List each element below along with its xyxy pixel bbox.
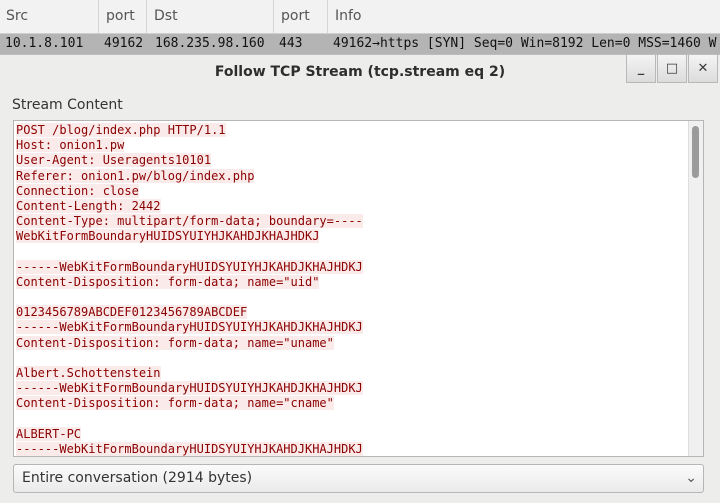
column-header-src[interactable]: Src [0, 0, 99, 33]
packet-src-port: 49162 [104, 36, 144, 51]
stream-line [16, 290, 688, 305]
chevron-down-icon: ⌄ [685, 470, 697, 486]
vertical-scrollbar[interactable] [688, 121, 703, 456]
stream-line-text: Connection: close [16, 183, 139, 198]
stream-line: Content-Disposition: form-data; name="un… [16, 335, 688, 351]
stream-line [16, 351, 688, 366]
scrollbar-thumb[interactable] [692, 126, 699, 178]
stream-line: Connection: close [16, 183, 688, 199]
stream-line: ------WebKitFormBoundaryHUIDSYUIYHJKAHDJ… [16, 259, 688, 275]
stream-line: Albert.Schottenstein [16, 366, 688, 381]
stream-line: POST /blog/index.php HTTP/1.1 [16, 123, 688, 138]
packet-dst-port: 443 [279, 36, 303, 51]
conversation-select[interactable]: Entire conversation (2914 bytes) ⌄ [13, 464, 704, 493]
stream-line: WebKitFormBoundaryHUIDSYUIYHJKAHDJKHAJHD… [16, 229, 688, 244]
stream-content-textview[interactable]: POST /blog/index.php HTTP/1.1 Host: onion… [13, 120, 704, 457]
stream-line-text: Content-Disposition: form-data; name="ui… [16, 274, 320, 289]
stream-line-text: ------WebKitFormBoundaryHUIDSYUIYHJKAHDJ… [16, 259, 363, 274]
stream-line-text: WebKitFormBoundaryHUIDSYUIYHJKAHDJKHAJHD… [16, 229, 320, 244]
stream-line: Content-Disposition: form-data; name="ui… [16, 274, 688, 290]
packet-row-selected[interactable]: 10.1.8.101 49162 168.235.98.160 443 4916… [0, 34, 720, 54]
stream-line-text: Content-Length: 2442 [16, 198, 161, 213]
window-controls: _ □ ✕ [626, 55, 720, 85]
stream-line: User-Agent: Useragents10101 [16, 153, 688, 168]
stream-line-text: Content-Disposition: form-data; name="un… [16, 335, 334, 350]
column-header-src-port[interactable]: port [100, 0, 147, 33]
stream-line: ------WebKitFormBoundaryHUIDSYUIYHJKAHDJ… [16, 320, 688, 335]
stream-line-text: ------WebKitFormBoundaryHUIDSYUIYHJKAHDJ… [16, 441, 363, 456]
follow-tcp-stream-dialog: Follow TCP Stream (tcp.stream eq 2) _ □ … [0, 54, 720, 503]
stream-line-text: ------WebKitFormBoundaryHUIDSYUIYHJKAHDJ… [16, 381, 363, 396]
minimize-icon: _ [637, 61, 645, 76]
dialog-title: Follow TCP Stream (tcp.stream eq 2) [214, 64, 506, 80]
stream-line-text: 0123456789ABCDEF0123456789ABCDEF [16, 305, 248, 320]
stream-line-text: Content-Disposition: form-data; name="cn… [16, 396, 334, 411]
stream-line: Content-Type: multipart/form-data; bound… [16, 214, 688, 229]
stream-content-label: Stream Content [12, 97, 123, 113]
close-button[interactable]: ✕ [688, 55, 718, 83]
stream-lines: POST /blog/index.php HTTP/1.1 Host: onion… [16, 123, 688, 456]
stream-line-text: Referer: onion1.pw/blog/index.php [16, 168, 255, 183]
stream-line: 0123456789ABCDEF0123456789ABCDEF [16, 305, 688, 320]
stream-line: ------WebKitFormBoundaryHUIDSYUIYHJKAHDJ… [16, 441, 688, 456]
minimize-button[interactable]: _ [626, 55, 656, 83]
packet-dst: 168.235.98.160 [155, 36, 265, 51]
stream-line-text: ALBERT-PC [16, 426, 82, 441]
stream-line: ALBERT-PC [16, 426, 688, 442]
conversation-select-value: Entire conversation (2914 bytes) [22, 470, 253, 486]
stream-line-text: Albert.Schottenstein [16, 366, 161, 380]
stream-line: Content-Length: 2442 [16, 198, 688, 214]
packet-src: 10.1.8.101 [5, 36, 84, 51]
stream-line [16, 245, 688, 260]
stream-line-text: Content-Type: multipart/form-data; bound… [16, 214, 363, 229]
stream-line: ------WebKitFormBoundaryHUIDSYUIYHJKAHDJ… [16, 381, 688, 396]
packet-info: 49162→https [SYN] Seq=0 Win=8192 Len=0 M… [333, 36, 717, 51]
maximize-button[interactable]: □ [657, 55, 687, 83]
column-header-dst-port[interactable]: port [275, 0, 328, 33]
stream-line-text: Host: onion1.pw [16, 138, 125, 153]
stream-line-text: POST /blog/index.php HTTP/1.1 [16, 123, 226, 137]
stream-line: Host: onion1.pw [16, 138, 688, 153]
stream-line: Content-Disposition: form-data; name="cn… [16, 396, 688, 411]
close-icon: ✕ [697, 61, 709, 76]
stream-line-text: User-Agent: Useragents10101 [16, 153, 212, 168]
stream-line-text: ------WebKitFormBoundaryHUIDSYUIYHJKAHDJ… [16, 320, 363, 335]
maximize-icon: □ [665, 61, 679, 76]
stream-line: Referer: onion1.pw/blog/index.php [16, 168, 688, 184]
stream-line [16, 412, 688, 427]
packet-list-header: Src port Dst port Info [0, 0, 720, 34]
column-header-info[interactable]: Info [329, 0, 720, 33]
column-header-dst[interactable]: Dst [148, 0, 274, 33]
